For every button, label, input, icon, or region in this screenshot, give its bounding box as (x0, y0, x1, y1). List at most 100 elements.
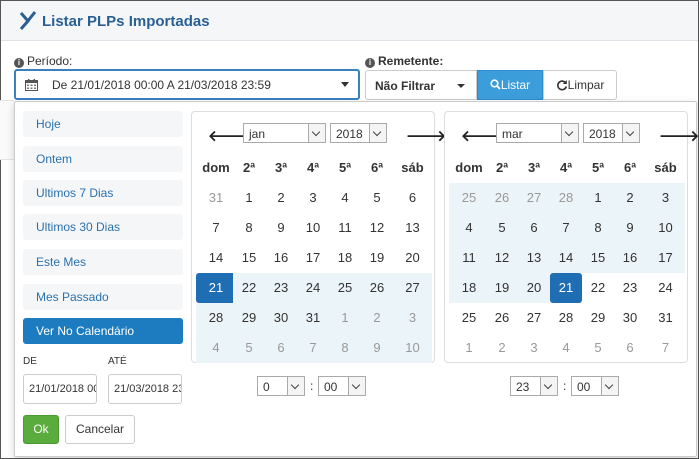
day-cell[interactable]: 2 (486, 333, 518, 363)
day-cell[interactable]: 18 (449, 273, 489, 303)
day-cell[interactable]: 26 (361, 273, 393, 303)
day-cell[interactable]: 26 (486, 303, 518, 333)
day-cell[interactable]: 6 (614, 333, 646, 363)
ok-button[interactable]: Ok (23, 415, 59, 444)
remetente-select[interactable]: Não Filtrar (365, 70, 477, 100)
listar-button[interactable]: Listar (477, 70, 543, 100)
day-cell[interactable]: 7 (196, 213, 236, 243)
day-cell[interactable]: 3 (518, 333, 550, 363)
day-cell[interactable]: 20 (393, 243, 432, 273)
day-cell[interactable]: 1 (582, 183, 614, 213)
cancel-button[interactable]: Cancelar (65, 415, 135, 444)
hour-select[interactable]: 0 (257, 376, 305, 396)
periodo-field[interactable]: De 21/01/2018 00:00 A 21/03/2018 23:59 (14, 69, 360, 100)
day-cell[interactable]: 4 (449, 213, 489, 243)
day-cell[interactable]: 30 (614, 303, 646, 333)
day-cell[interactable]: 11 (329, 213, 361, 243)
year-select[interactable]: 2018 (330, 123, 387, 143)
day-cell[interactable]: 10 (297, 213, 329, 243)
day-cell[interactable]: 16 (265, 243, 297, 273)
day-cell[interactable]: 5 (582, 333, 614, 363)
day-cell[interactable]: 25 (449, 303, 489, 333)
range-option[interactable]: Este Mes (23, 249, 183, 275)
day-cell[interactable]: 2 (614, 183, 646, 213)
day-cell[interactable]: 2 (265, 183, 297, 213)
day-cell[interactable]: 24 (297, 273, 329, 303)
day-cell[interactable]: 14 (550, 243, 582, 273)
day-cell[interactable]: 4 (550, 333, 582, 363)
day-cell[interactable]: 13 (518, 243, 550, 273)
year-select[interactable]: 2018 (583, 123, 640, 143)
day-cell[interactable]: 10 (646, 213, 685, 243)
day-cell[interactable]: 31 (196, 183, 236, 213)
month-select[interactable]: mar (496, 123, 579, 143)
day-cell[interactable]: 29 (582, 303, 614, 333)
day-cell[interactable]: 17 (646, 243, 685, 273)
day-cell[interactable]: 2 (361, 303, 393, 333)
day-cell[interactable]: 24 (646, 273, 685, 303)
day-cell[interactable]: 28 (196, 303, 236, 333)
next-month-icon[interactable]: 🡒 (659, 126, 699, 145)
day-cell[interactable]: 11 (449, 243, 489, 273)
day-cell[interactable]: 6 (393, 183, 432, 213)
day-cell[interactable]: 27 (518, 183, 550, 213)
day-cell[interactable]: 4 (329, 183, 361, 213)
day-cell[interactable]: 3 (646, 183, 685, 213)
day-cell[interactable]: 13 (393, 213, 432, 243)
limpar-button[interactable]: Limpar (543, 70, 617, 100)
day-cell[interactable]: 9 (614, 213, 646, 243)
day-cell[interactable]: 3 (297, 183, 329, 213)
day-cell[interactable]: 10 (393, 333, 432, 363)
day-cell[interactable]: 8 (329, 333, 361, 363)
day-cell[interactable]: 29 (233, 303, 265, 333)
day-cell[interactable]: 28 (550, 303, 582, 333)
day-cell[interactable]: 15 (233, 243, 265, 273)
day-cell[interactable]: 6 (265, 333, 297, 363)
day-cell[interactable]: 3 (393, 303, 432, 333)
day-cell[interactable]: 14 (196, 243, 236, 273)
day-cell[interactable]: 12 (486, 243, 518, 273)
day-cell[interactable]: 1 (329, 303, 361, 333)
day-cell[interactable]: 15 (582, 243, 614, 273)
day-cell[interactable]: 27 (518, 303, 550, 333)
minute-select[interactable]: 00 (318, 376, 366, 396)
day-cell[interactable]: 7 (297, 333, 329, 363)
day-cell[interactable]: 23 (614, 273, 646, 303)
range-option[interactable]: Ontem (23, 146, 183, 172)
day-cell[interactable]: 26 (486, 183, 518, 213)
minute-select[interactable]: 00 (571, 376, 619, 396)
day-cell[interactable]: 27 (393, 273, 432, 303)
day-cell[interactable]: 22 (582, 273, 614, 303)
day-cell[interactable]: 23 (265, 273, 297, 303)
ate-input[interactable]: 21/03/2018 23:59 (108, 374, 182, 404)
de-input[interactable]: 21/01/2018 00:00 (23, 374, 97, 404)
range-option[interactable]: Ultimos 7 Dias (23, 180, 183, 206)
day-cell[interactable]: 30 (265, 303, 297, 333)
next-month-icon[interactable]: 🡒 (406, 126, 446, 145)
range-option[interactable]: Ver No Calendário (23, 318, 183, 344)
range-option[interactable]: Hoje (23, 111, 183, 137)
day-cell[interactable]: 25 (449, 183, 489, 213)
day-cell[interactable]: 19 (361, 243, 393, 273)
day-cell[interactable]: 5 (233, 333, 265, 363)
day-cell[interactable]: 28 (550, 183, 582, 213)
day-cell[interactable]: 17 (297, 243, 329, 273)
day-cell[interactable]: 1 (233, 183, 265, 213)
range-option[interactable]: Mes Passado (23, 284, 183, 310)
day-cell[interactable]: 18 (329, 243, 361, 273)
day-cell[interactable]: 21 (196, 273, 236, 303)
day-cell[interactable]: 9 (361, 333, 393, 363)
day-cell[interactable]: 22 (233, 273, 265, 303)
day-cell[interactable]: 5 (361, 183, 393, 213)
day-cell[interactable]: 19 (486, 273, 518, 303)
day-cell[interactable]: 9 (265, 213, 297, 243)
day-cell[interactable]: 7 (550, 213, 582, 243)
day-cell[interactable]: 16 (614, 243, 646, 273)
day-cell[interactable]: 5 (486, 213, 518, 243)
month-select[interactable]: jan (243, 123, 326, 143)
day-cell[interactable]: 6 (518, 213, 550, 243)
day-cell[interactable]: 20 (518, 273, 550, 303)
day-cell[interactable]: 31 (646, 303, 685, 333)
day-cell[interactable]: 25 (329, 273, 361, 303)
day-cell[interactable]: 31 (297, 303, 329, 333)
